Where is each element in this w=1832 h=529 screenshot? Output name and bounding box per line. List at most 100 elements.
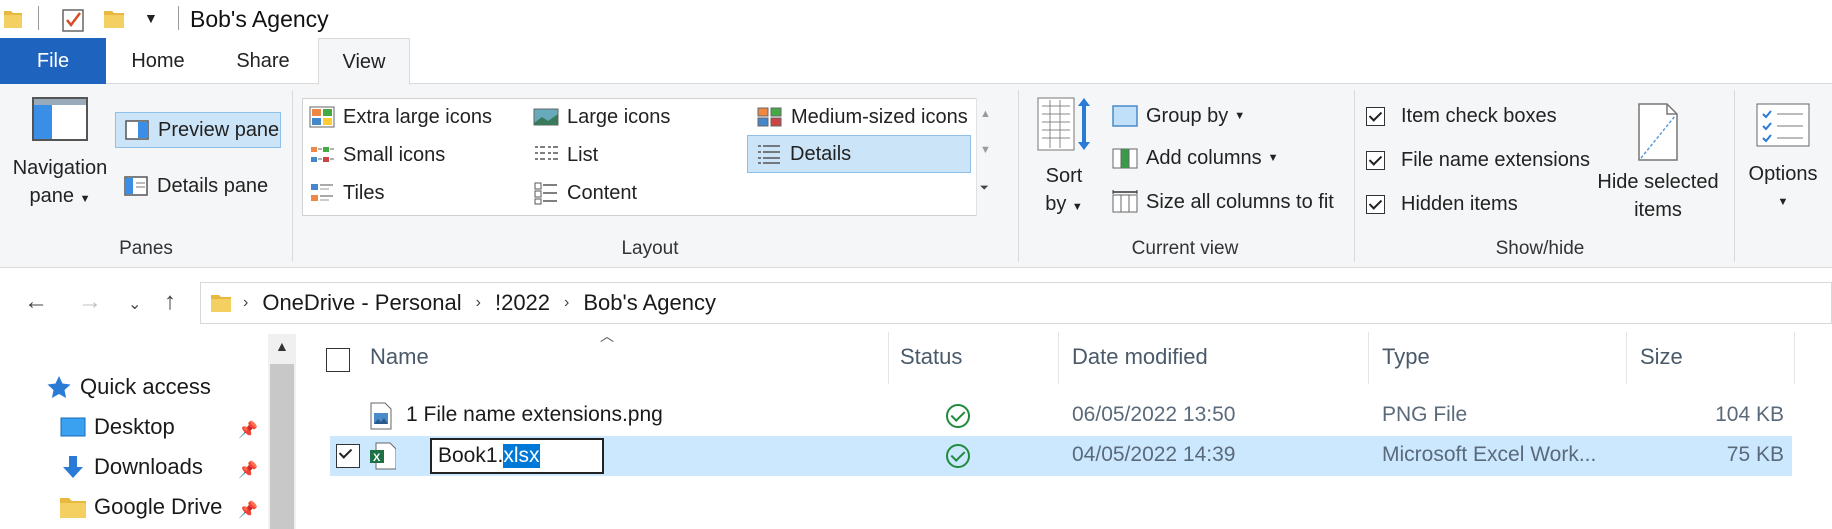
scroll-down-icon[interactable]: ▼ bbox=[980, 144, 991, 156]
add-columns-button[interactable]: Add columns ▼ bbox=[1112, 140, 1279, 176]
layout-medium-icons[interactable]: Medium-sized icons bbox=[757, 99, 968, 135]
column-separator[interactable] bbox=[1058, 332, 1059, 384]
options-icon bbox=[1756, 103, 1810, 147]
scrollbar-thumb[interactable] bbox=[270, 364, 294, 529]
layout-small-icons[interactable]: Small icons bbox=[309, 137, 445, 173]
column-header-date-modified[interactable]: Date modified bbox=[1072, 344, 1208, 370]
file-date: 04/05/2022 14:39 bbox=[1072, 443, 1236, 466]
chevron-down-icon: ▼ bbox=[1071, 201, 1083, 213]
chevron-down-icon: ▼ bbox=[1777, 196, 1789, 208]
scroll-up-icon[interactable]: ▲ bbox=[275, 338, 289, 354]
ribbon: Navigation pane ▼ Preview pane Details p… bbox=[0, 84, 1832, 268]
add-columns-label: Add columns bbox=[1146, 146, 1262, 169]
file-size: 75 KB bbox=[1726, 443, 1784, 466]
checkbox-checked[interactable] bbox=[1366, 194, 1385, 214]
checkbox-checked[interactable] bbox=[1366, 106, 1385, 126]
sync-status-check-icon bbox=[946, 404, 970, 428]
folder-icon bbox=[60, 498, 86, 518]
folder-icon[interactable] bbox=[4, 8, 22, 30]
new-folder-icon[interactable] bbox=[104, 8, 124, 30]
layout-details[interactable]: Details bbox=[747, 135, 971, 173]
checkbox-checked[interactable] bbox=[1366, 150, 1385, 170]
column-header-size[interactable]: Size bbox=[1640, 344, 1683, 370]
size-all-columns-button[interactable]: Size all columns to fit bbox=[1112, 184, 1334, 220]
details-pane-icon bbox=[124, 176, 148, 196]
breadcrumb-chevron-icon[interactable]: › bbox=[476, 294, 481, 312]
tab-file[interactable]: File bbox=[0, 38, 106, 84]
layout-tiles[interactable]: Tiles bbox=[309, 175, 384, 211]
column-header-name[interactable]: Name bbox=[370, 344, 429, 370]
group-label-panes: Panes bbox=[119, 238, 173, 259]
pin-icon[interactable]: 📌 bbox=[238, 460, 258, 480]
breadcrumb-bobs-agency[interactable]: Bob's Agency bbox=[583, 290, 716, 316]
column-header-status[interactable]: Status bbox=[900, 344, 962, 370]
table-row[interactable]: 1 File name extensions.png 06/05/2022 13… bbox=[330, 396, 1792, 436]
pin-icon[interactable]: 📌 bbox=[238, 420, 258, 440]
sort-by-button[interactable]: Sort by ▼ bbox=[1030, 94, 1098, 221]
table-row[interactable]: X Book1. xlsx 04/05/2022 14:39 Microsoft … bbox=[330, 436, 1792, 476]
navigation-bar: ← → ⌄ ↑ › OneDrive - Personal › !2022 › … bbox=[0, 280, 1832, 326]
column-separator[interactable] bbox=[888, 332, 889, 384]
toolbar-separator bbox=[178, 6, 179, 30]
navigation-pane: Quick access Desktop 📌 Downloads 📌 Googl… bbox=[0, 332, 300, 529]
nav-downloads[interactable]: Downloads bbox=[60, 454, 203, 480]
navigation-pane-scrollbar[interactable]: ▲ bbox=[268, 334, 296, 529]
navigation-pane-button[interactable]: Navigation pane ▼ bbox=[10, 90, 110, 213]
column-separator[interactable] bbox=[1794, 332, 1795, 384]
tab-view[interactable]: View bbox=[318, 38, 410, 85]
item-check-boxes-toggle[interactable]: Item check boxes bbox=[1366, 98, 1557, 134]
nav-google-drive[interactable]: Google Drive bbox=[60, 494, 222, 520]
sort-by-label-2: by ▼ bbox=[1045, 193, 1083, 215]
layout-gallery-scroller[interactable]: ▲ ▼ ⏷ bbox=[976, 98, 998, 216]
hide-selected-items-button[interactable]: Hide selected items bbox=[1588, 102, 1728, 224]
nav-desktop[interactable]: Desktop bbox=[60, 414, 175, 440]
layout-list[interactable]: List bbox=[533, 137, 598, 173]
properties-check-icon[interactable] bbox=[62, 6, 84, 32]
column-separator[interactable] bbox=[1626, 332, 1627, 384]
tab-home[interactable]: Home bbox=[116, 38, 200, 84]
address-bar[interactable]: › OneDrive - Personal › !2022 › Bob's Ag… bbox=[200, 282, 1832, 324]
layout-large-icons[interactable]: Large icons bbox=[533, 99, 670, 135]
rename-input[interactable]: Book1. xlsx bbox=[430, 438, 604, 474]
breadcrumb-2022[interactable]: !2022 bbox=[495, 290, 550, 316]
nav-quick-access[interactable]: Quick access bbox=[46, 374, 211, 400]
preview-pane-button[interactable]: Preview pane bbox=[115, 112, 281, 148]
file-size: 104 KB bbox=[1715, 403, 1784, 426]
hide-selected-label-1: Hide selected bbox=[1597, 171, 1719, 193]
medium-icons-icon bbox=[757, 107, 782, 127]
up-arrow-icon[interactable]: ↑ bbox=[164, 288, 176, 316]
group-separator bbox=[292, 90, 293, 262]
column-separator[interactable] bbox=[1368, 332, 1369, 384]
group-by-button[interactable]: Group by ▼ bbox=[1112, 98, 1245, 134]
column-header-type[interactable]: Type bbox=[1382, 344, 1430, 370]
sort-by-icon bbox=[1037, 97, 1090, 151]
sync-status-check-icon bbox=[946, 444, 970, 468]
layout-content[interactable]: Content bbox=[533, 175, 637, 211]
layout-extra-large-icons[interactable]: Extra large icons bbox=[309, 99, 492, 135]
file-name-extensions-toggle[interactable]: File name extensions bbox=[1366, 142, 1590, 178]
details-pane-button[interactable]: Details pane bbox=[123, 168, 268, 204]
breadcrumb-onedrive[interactable]: OneDrive - Personal bbox=[262, 290, 461, 316]
layout-item-label: Details bbox=[790, 142, 852, 165]
select-all-checkbox[interactable] bbox=[326, 348, 350, 372]
hidden-items-toggle[interactable]: Hidden items bbox=[1366, 186, 1518, 222]
options-button[interactable]: Options ▼ bbox=[1742, 102, 1824, 216]
gallery-more-icon[interactable]: ⏷ bbox=[980, 182, 989, 195]
row-checkbox-checked[interactable] bbox=[336, 444, 360, 468]
scroll-up-icon[interactable]: ▲ bbox=[980, 108, 991, 120]
breadcrumb-chevron-icon[interactable]: › bbox=[243, 294, 248, 312]
svg-text:X: X bbox=[373, 452, 381, 464]
customize-toolbar-chevron-icon[interactable]: ▼ bbox=[144, 10, 158, 26]
sort-by-label-1: Sort bbox=[1045, 165, 1083, 187]
tab-share[interactable]: Share bbox=[226, 38, 300, 84]
recent-locations-chevron-icon[interactable]: ⌄ bbox=[128, 294, 141, 314]
forward-arrow-icon[interactable]: → bbox=[78, 288, 102, 316]
pin-icon[interactable]: 📌 bbox=[238, 500, 258, 520]
folder-icon bbox=[211, 295, 231, 312]
rename-base-text: Book1. bbox=[438, 444, 504, 467]
back-arrow-icon[interactable]: ← bbox=[24, 288, 48, 316]
window-title: Bob's Agency bbox=[190, 6, 329, 32]
breadcrumb-chevron-icon[interactable]: › bbox=[564, 294, 569, 312]
download-arrow-icon bbox=[63, 456, 83, 478]
image-file-icon bbox=[370, 402, 392, 430]
